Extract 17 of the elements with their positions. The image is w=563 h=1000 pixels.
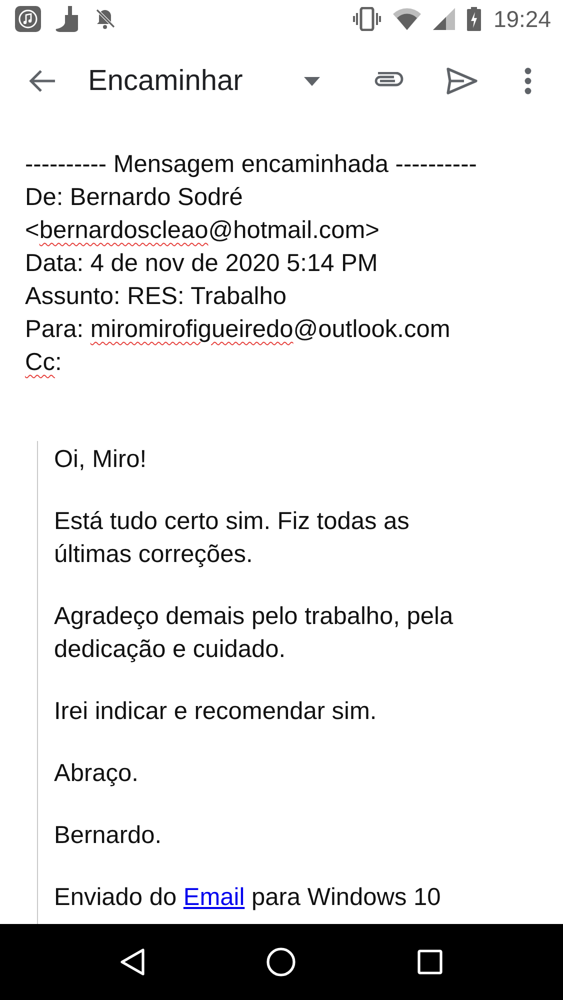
email-link[interactable]: Email bbox=[183, 884, 245, 911]
message-paragraph: Irei indicar e recomendar sim. bbox=[54, 697, 378, 727]
message-paragraph: Oi, Miro! bbox=[54, 445, 148, 475]
status-time: 19:24 bbox=[493, 6, 551, 32]
signature-line: Enviado do Email para Windows 10 bbox=[54, 883, 442, 913]
header-line: ---------- Mensagem encaminhada ---------- bbox=[25, 150, 478, 180]
header-line: Cc: bbox=[25, 348, 63, 378]
header-line: Data: 4 de nov de 2020 5:14 PM bbox=[25, 249, 379, 279]
message-paragraph: Abraço. bbox=[54, 759, 140, 789]
message-paragraph: Agradeço demais pelo trabalho, pela dedicação e cuidado. bbox=[54, 602, 454, 665]
header-line: De: Bernardo Sodré bbox=[25, 183, 244, 213]
header-line: Assunto: RES: Trabalho bbox=[25, 282, 288, 312]
message-paragraph: Bernardo. bbox=[54, 821, 163, 851]
header-line: <bernardoscleao@hotmail.com> bbox=[25, 216, 380, 246]
compose-mode-title: Encaminhar bbox=[88, 64, 244, 98]
message-paragraph: Está tudo certo sim. Fiz todas as últimas correções. bbox=[54, 507, 410, 570]
header-line: Para: miromirofigueiredo@outlook.com bbox=[25, 315, 452, 345]
